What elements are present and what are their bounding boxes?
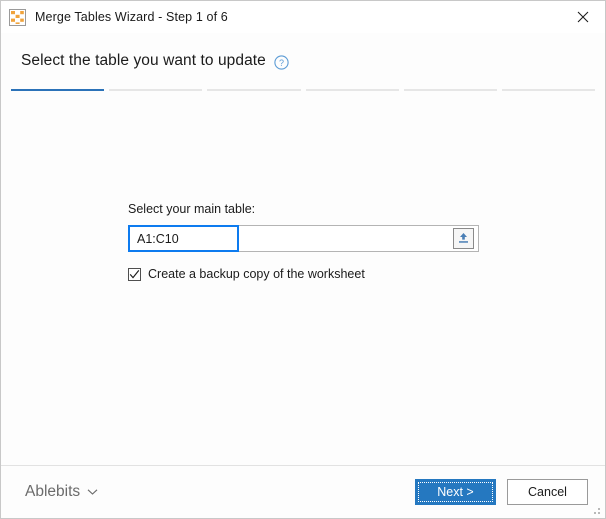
page-title: Select the table you want to update [21,52,266,69]
close-icon[interactable] [561,1,605,32]
dialog-header: Select the table you want to update ? [1,33,605,89]
step-segment-3 [207,89,301,91]
next-button-label: Next > [437,485,474,499]
cancel-button[interactable]: Cancel [507,479,588,505]
backup-checkbox-label: Create a backup copy of the worksheet [148,267,365,281]
ablebits-brand-label: Ablebits [25,483,81,500]
backup-checkbox[interactable] [128,267,141,281]
main-table-label: Select your main table: [128,202,256,216]
step-segment-5 [403,89,497,91]
main-table-form: Select your main table: A1:C10 Create a … [128,202,480,281]
step-progress-bar [1,89,605,103]
resize-grip[interactable] [590,504,602,516]
title-bar: Merge Tables Wizard - Step 1 of 6 [1,1,605,33]
backup-checkbox-row[interactable]: Create a backup copy of the worksheet [128,267,480,281]
next-button[interactable]: Next > [415,479,496,505]
ablebits-menu-button[interactable]: Ablebits [25,483,98,501]
step-segment-6 [501,89,596,91]
chevron-down-icon [87,488,98,496]
window-title: Merge Tables Wizard - Step 1 of 6 [35,10,228,24]
table-grid-icon [9,8,26,26]
merge-tables-wizard-dialog: Merge Tables Wizard - Step 1 of 6 Select… [0,0,606,519]
step-segment-2 [109,89,203,91]
svg-text:?: ? [279,58,284,68]
cancel-button-label: Cancel [528,485,567,499]
dialog-body: Select your main table: A1:C10 Create a … [1,103,605,465]
dialog-footer: Ablebits Next > Cancel [1,465,605,518]
main-table-input[interactable]: A1:C10 [128,225,239,252]
collapse-dialog-icon[interactable] [453,228,474,249]
help-circle-icon[interactable]: ? [274,54,289,70]
step-segment-4 [305,89,399,91]
main-table-range-row: A1:C10 [128,225,479,252]
step-segment-1 [11,89,105,91]
